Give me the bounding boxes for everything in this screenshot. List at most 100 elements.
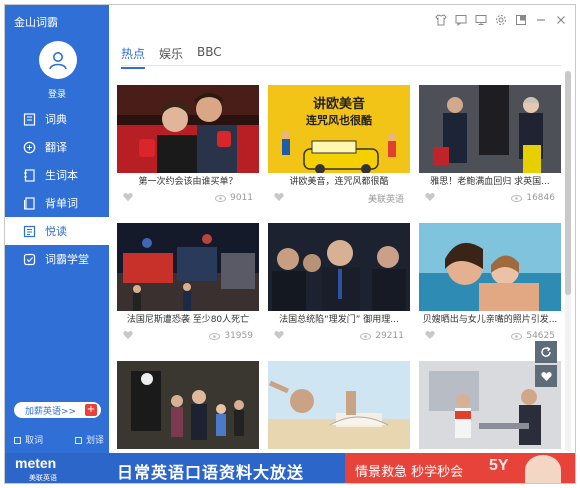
tab-divider <box>121 65 561 66</box>
close-icon[interactable] <box>553 12 569 28</box>
sidebar-item-label: 翻译 <box>45 141 67 154</box>
article-thumbnail[interactable] <box>117 361 259 449</box>
option-label: 取词 <box>25 436 44 446</box>
article-card[interactable]: 第一次约会该由谁买单？ 9011 <box>117 85 259 205</box>
plus-icon: + <box>85 404 97 416</box>
article-card[interactable]: 雅思！老鲍满血回归 求英国... 16846 <box>419 85 561 205</box>
option-label: 划译 <box>85 436 104 446</box>
heart-icon[interactable] <box>425 192 435 204</box>
article-thumbnail[interactable] <box>117 85 259 173</box>
article-grid: 第一次约会该由谁买单？ 9011 讲欧美音 连咒风也很酷 讲欧美音，连咒风都很酷… <box>117 85 561 453</box>
article-title[interactable]: 法国总统陷“理发门” 御用理... <box>268 311 410 329</box>
eye-icon <box>360 332 372 340</box>
add-english-button[interactable]: 加薪英语>> + <box>14 402 101 418</box>
article-title[interactable]: 讲欧美音，连咒风都很酷 <box>268 173 410 191</box>
article-meta: 29211 <box>268 329 410 343</box>
sidebar-item-translate[interactable]: 翻译 <box>5 133 109 161</box>
heart-icon[interactable] <box>123 330 133 342</box>
banner-promo-text: 情景救急 秒学秒会 <box>355 465 464 480</box>
checkbox[interactable] <box>74 437 82 444</box>
heart-icon[interactable] <box>274 192 284 204</box>
eye-icon <box>215 194 227 202</box>
book-icon <box>21 111 37 127</box>
sidebar-item-label: 背单词 <box>45 197 78 210</box>
eye-icon <box>511 332 523 340</box>
window-controls <box>433 12 569 28</box>
sidebar-item-label: 悦读 <box>45 225 67 238</box>
sidebar-item-label: 词典 <box>45 113 67 126</box>
article-card[interactable]: 讲欧美音 连咒风也很酷 讲欧美音，连咒风都很酷 美联英语 <box>268 85 410 205</box>
sidebar-item-memorize[interactable]: 背单词 <box>5 189 109 217</box>
article-thumbnail[interactable] <box>117 223 259 311</box>
app-title: 金山词霸 <box>14 16 58 29</box>
article-thumbnail[interactable] <box>419 223 561 311</box>
article-card[interactable]: 贝嫂晒出与女儿亲嘴的照片引发... 54625 <box>419 223 561 343</box>
article-source: 美联英语 <box>367 194 404 205</box>
sidebar-item-wordbook[interactable]: 生词本 <box>5 161 109 189</box>
banner-model-image <box>525 455 561 483</box>
settings-icon[interactable] <box>493 12 509 28</box>
skin-icon[interactable] <box>433 12 449 28</box>
grid-scrollbar[interactable] <box>565 71 571 451</box>
sidebar-item-dictionary[interactable]: 词典 <box>5 105 109 133</box>
article-card[interactable] <box>117 361 259 449</box>
heart-icon[interactable] <box>123 192 133 204</box>
article-title[interactable]: 法国尼斯遭恐袭 至少80人死亡 <box>117 311 259 329</box>
thumbnail-text-line-1: 讲欧美音 <box>312 97 365 112</box>
view-count: 9011 <box>215 193 253 203</box>
login-link[interactable]: 登录 <box>5 87 109 100</box>
view-count-value: 16846 <box>526 193 555 203</box>
minimize-icon[interactable] <box>533 12 549 28</box>
refresh-icon[interactable] <box>535 341 557 363</box>
ad-banner[interactable]: meten 美联英语 日常英语口语资料大放送 情景救急 秒学秒会 5Y <box>5 453 575 483</box>
view-count: 16846 <box>511 193 555 203</box>
article-card[interactable]: 法国总统陷“理发门” 御用理... 29211 <box>268 223 410 343</box>
article-card[interactable]: 法国尼斯遭恐袭 至少80人死亡 31959 <box>117 223 259 343</box>
eye-icon <box>511 194 523 202</box>
article-meta: 16846 <box>419 191 561 205</box>
favorite-heart-icon[interactable] <box>535 365 557 387</box>
article-title[interactable]: 贝嫂晒出与女儿亲嘴的照片引发... <box>419 311 561 329</box>
message-icon[interactable] <box>453 12 469 28</box>
sidebar-item-classroom[interactable]: 词霸学堂 <box>5 245 109 273</box>
article-meta: 9011 <box>117 191 259 205</box>
view-count-value: 54625 <box>526 331 555 341</box>
article-thumbnail[interactable]: 讲欧美音 连咒风也很酷 <box>268 85 410 173</box>
app-window: 金山词霸 登录 词典 翻译 生词本 背单词 悦读 词霸学堂 加薪英语>> + 取… <box>4 4 576 484</box>
article-thumbnail[interactable] <box>268 223 410 311</box>
meten-logo: meten <box>15 455 57 471</box>
view-count: 54625 <box>511 331 555 341</box>
translate-icon <box>21 139 37 155</box>
view-count: 31959 <box>209 331 253 341</box>
flashcard-icon <box>21 195 37 211</box>
heart-icon[interactable] <box>425 330 435 342</box>
article-thumbnail[interactable] <box>419 85 561 173</box>
avatar[interactable] <box>39 41 77 79</box>
option-select-translate[interactable]: 划译 <box>74 433 104 446</box>
reading-icon <box>21 223 37 239</box>
screen-icon[interactable] <box>473 12 489 28</box>
thumbnail-text-line-2: 连咒风也很酷 <box>306 114 372 127</box>
user-icon <box>49 52 67 70</box>
view-count-value: 29211 <box>375 331 404 341</box>
article-meta: 31959 <box>117 329 259 343</box>
view-count-value: 31959 <box>224 331 253 341</box>
sidebar-item-label: 生词本 <box>45 169 78 182</box>
article-title[interactable]: 第一次约会该由谁买单？ <box>117 173 259 191</box>
article-card[interactable] <box>268 361 410 449</box>
sidebar: 金山词霸 登录 词典 翻译 生词本 背单词 悦读 词霸学堂 加薪英语>> + 取… <box>5 5 109 453</box>
logo-subtitle: 美联英语 <box>29 474 57 482</box>
option-capture-word[interactable]: 取词 <box>14 433 43 446</box>
sidebar-nav: 词典 翻译 生词本 背单词 悦读 词霸学堂 <box>5 105 109 273</box>
article-title[interactable]: 雅思！老鲍满血回归 求英国... <box>419 173 561 191</box>
article-thumbnail[interactable] <box>268 361 410 449</box>
sidebar-item-reading[interactable]: 悦读 <box>5 217 109 245</box>
article-meta: 美联英语 <box>268 191 410 205</box>
floating-tools <box>535 341 557 389</box>
bottom-options: 取词 划译 <box>14 433 104 446</box>
minimize-panel-icon[interactable] <box>513 12 529 28</box>
scrollbar-thumb[interactable] <box>565 71 571 295</box>
heart-icon[interactable] <box>274 330 284 342</box>
checkbox[interactable] <box>14 437 21 444</box>
view-count-value: 9011 <box>230 193 253 203</box>
